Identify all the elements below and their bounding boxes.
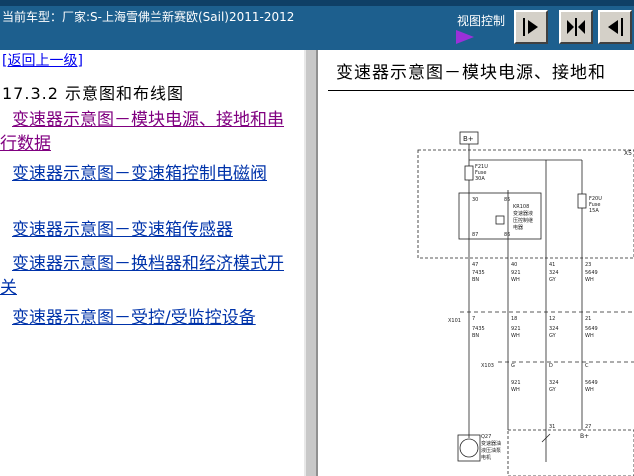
expand-right-pane-button[interactable] xyxy=(598,10,632,44)
mid1-color: BN xyxy=(472,333,479,339)
toc-item-power-ground-serial[interactable]: 变速器示意图－模块电源、接地和串行数据 xyxy=(0,108,300,156)
bplus-top-label: B+ xyxy=(463,135,474,143)
q27-label: Q27 xyxy=(481,434,491,440)
low2-num: 921 xyxy=(511,380,521,386)
wire1-num: 7435 xyxy=(472,270,485,276)
wire3-num: 324 xyxy=(549,270,559,276)
arrow-right-bar-icon xyxy=(523,18,538,36)
wire1-pin: 47 xyxy=(472,262,478,268)
q27-desc2: 液压油泵 xyxy=(481,447,501,454)
pin30-label: 30 xyxy=(472,197,478,203)
pin27-label: 27 xyxy=(585,424,591,430)
pin87-label: 87 xyxy=(472,232,478,238)
x101-pin3: 12 xyxy=(549,316,555,322)
wire4-pin: 23 xyxy=(585,262,591,268)
kr108-desc1: 变速器液 xyxy=(513,210,533,217)
kr108-label: KR108 xyxy=(513,204,529,210)
mid2-num: 921 xyxy=(511,326,521,332)
q27-desc1: 变速器油 xyxy=(481,440,501,447)
toc-pane: [返回上一级] 17.3.2 示意图和布线图 变速器示意图－模块电源、接地和串行… xyxy=(0,50,304,476)
toc-item-controlled-devices[interactable]: 变速器示意图－受控/受监控设备 xyxy=(0,306,300,330)
vehicle-model-label: 当前车型：厂家:S-上海雪佛兰新赛欧(Sail)2011-2012 xyxy=(2,10,295,24)
bplus-bottom-label: B+ xyxy=(580,433,589,440)
view-control-arrow-icon[interactable] xyxy=(456,30,474,44)
mid2-color: WH xyxy=(511,333,520,339)
wire2-num: 921 xyxy=(511,270,521,276)
x5-label: X5 xyxy=(624,150,632,157)
wire2-color: WH xyxy=(511,277,520,283)
toc-item-solenoid-valves[interactable]: 变速器示意图－变速箱控制电磁阀 xyxy=(0,162,300,186)
low3-num: 324 xyxy=(549,380,559,386)
wire3-color: GY xyxy=(549,277,557,283)
mid3-color: GY xyxy=(549,333,557,339)
pin31-label: 31 xyxy=(549,424,555,430)
split-pane-button[interactable] xyxy=(559,10,593,44)
expand-left-pane-button[interactable] xyxy=(514,10,548,44)
wire1-color: BN xyxy=(472,277,479,283)
pane-splitter[interactable] xyxy=(304,50,318,476)
x103-pin-d: D xyxy=(549,363,553,369)
low3-color: GY xyxy=(549,387,557,393)
x101-pin4: 21 xyxy=(585,316,591,322)
low4-num: 5649 xyxy=(585,380,598,386)
pin85-label: 85 xyxy=(504,197,510,203)
low4-color: WH xyxy=(585,387,594,393)
section-title: 17.3.2 示意图和布线图 xyxy=(2,84,184,103)
kr108-desc3: 电器 xyxy=(513,224,523,231)
mid4-color: WH xyxy=(585,333,594,339)
pin86-label: 86 xyxy=(504,232,510,238)
wire4-color: WH xyxy=(585,277,594,283)
x101-label: X101 xyxy=(448,318,461,324)
content-pane: 变速器示意图－模块电源、接地和 B+ X5 F21U Fuse 30A F20U… xyxy=(318,50,634,476)
toc-item-sensors[interactable]: 变速器示意图－变速箱传感器 xyxy=(0,218,300,242)
wiring-diagram: B+ X5 F21U Fuse 30A F20U Fuse 15A KR108 … xyxy=(417,131,634,476)
x101-pin1: 7 xyxy=(472,316,475,322)
kr108-desc2: 压控制继 xyxy=(513,217,533,224)
mid3-num: 324 xyxy=(549,326,559,332)
wire4-num: 5649 xyxy=(585,270,598,276)
arrows-split-icon xyxy=(567,18,585,36)
toc-item-shifter-economy-switch[interactable]: 变速器示意图－换档器和经济模式开关 xyxy=(0,252,300,300)
f20u-amp-label: 15A xyxy=(589,208,599,214)
q27-desc3: 电机 xyxy=(481,454,491,461)
arrow-left-bar-icon xyxy=(608,18,623,36)
wire3-pin: 41 xyxy=(549,262,555,268)
mid4-num: 5649 xyxy=(585,326,598,332)
header-top-strip xyxy=(0,0,634,6)
back-link[interactable]: [返回上一级] xyxy=(2,50,83,70)
view-control-label: 视图控制 xyxy=(457,14,506,28)
x103-pin-g: G xyxy=(511,363,515,369)
x101-pin2: 18 xyxy=(511,316,517,322)
wire2-pin: 40 xyxy=(511,262,517,268)
mid1-num: 7435 xyxy=(472,326,485,332)
x103-pin-c: C xyxy=(585,363,589,369)
x103-label: X103 xyxy=(481,363,494,369)
f21u-amp-label: 30A xyxy=(475,176,485,182)
low2-color: WH xyxy=(511,387,520,393)
